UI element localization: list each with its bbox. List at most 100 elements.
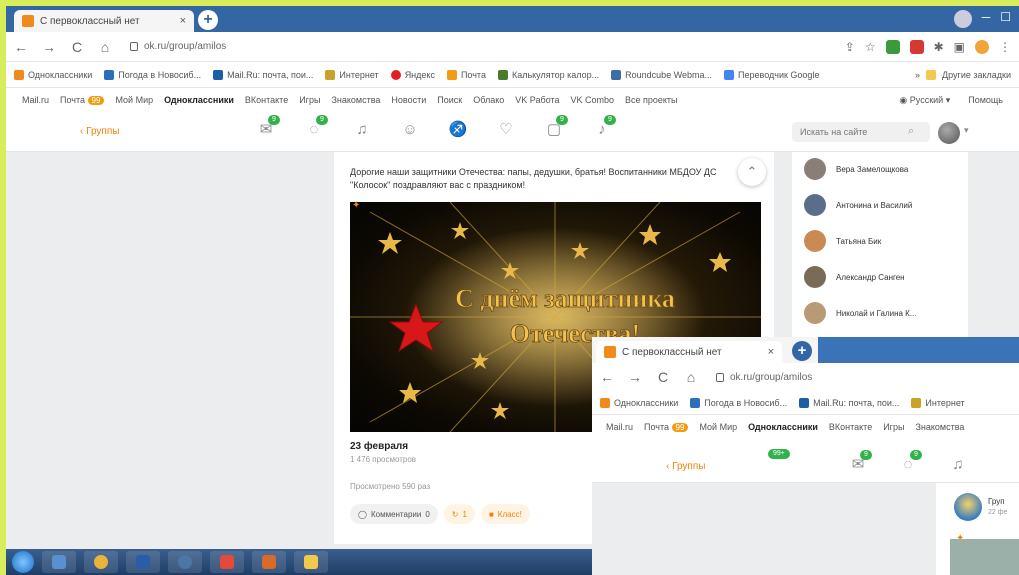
likes-icon[interactable]: ♡ [496,120,516,140]
back-to-groups-link[interactable]: ‹ Группы [80,126,119,137]
new-tab-button[interactable]: + [198,10,218,30]
bookmark-item[interactable]: Яндекс [390,69,435,80]
taskbar-browser[interactable] [210,551,244,573]
portal-link[interactable]: Новости [391,95,426,105]
forward-arrow-icon[interactable]: → [628,369,642,385]
overlay-group-card[interactable]: Груп 22 фе ✦ [936,483,1019,575]
bookmark-item[interactable]: Интернет [911,397,965,408]
portal-link[interactable]: Мой Мир [699,422,737,432]
home-icon[interactable]: ⌂ [98,39,112,55]
portal-link[interactable]: Знакомства [915,422,964,432]
language-select[interactable]: ◉ Русский ▾ [899,95,950,106]
portal-link[interactable]: ВКонтакте [245,95,288,105]
portal-link[interactable]: Облако [473,95,504,105]
share-icon[interactable]: ⇪ [845,40,855,54]
other-bookmarks[interactable]: » Другие закладки [915,69,1011,80]
taskbar-folder[interactable] [294,551,328,573]
portal-link[interactable]: VK Работа [515,95,559,105]
home-icon[interactable]: ⌂ [684,369,698,385]
friend-item[interactable]: Александр Санген [804,266,905,288]
share-count: 1 [462,509,467,519]
friend-item[interactable]: Вера Замелощкова [804,158,908,180]
star-icon[interactable]: ☆ [865,40,876,54]
portal-link[interactable]: Почта 99 [60,95,105,105]
overlay-address-bar[interactable]: ok.ru/group/amilos [716,372,812,383]
guests-icon[interactable]: ♐ [448,120,468,140]
friend-item[interactable]: Татьяна Бик [804,230,881,252]
taskbar-app[interactable] [126,551,160,573]
music-icon[interactable]: ♪ 9 [592,115,616,140]
share-button[interactable]: ↻ 1 [443,504,475,524]
profile-icon[interactable] [953,10,972,28]
back-arrow-icon[interactable]: ← [14,39,28,55]
portal-link[interactable]: ВКонтакте [829,422,872,432]
minimize-icon[interactable]: ─ [982,10,991,28]
browser-tab[interactable]: С первоклассный нет × [14,10,194,32]
reload-icon[interactable]: C [70,39,84,55]
notifications-icon[interactable]: ♫ [948,455,968,475]
avatar[interactable] [938,122,960,144]
friend-item[interactable]: Николай и Галина К... [804,302,917,324]
sidepanel-icon[interactable]: ▣ [954,40,965,54]
menu-dots-icon[interactable]: ⋮ [999,40,1011,54]
extension-icon[interactable] [885,39,900,54]
maximize-icon[interactable]: ☐ [1000,10,1011,28]
portal-link[interactable]: Все проекты [625,95,678,105]
portal-link-active[interactable]: Одноклассники [748,422,818,432]
help-link[interactable]: Помощь [968,95,1003,105]
back-to-groups-link[interactable]: ‹ Группы [666,461,705,472]
ok-favicon [22,15,34,27]
bookmark-item[interactable]: Mail.Ru: почта, пои... [799,397,899,408]
bookmark-item[interactable]: Одноклассники [14,69,92,80]
taskbar-vk[interactable] [168,551,202,573]
portal-link[interactable]: Почта 99 [644,422,689,432]
start-button[interactable] [12,551,34,573]
bookmark-item[interactable]: Погода в Новосиб... [104,69,201,80]
portal-link[interactable]: Знакомства [331,95,380,105]
portal-link[interactable]: Поиск [437,95,462,105]
search-icon[interactable]: ⌕ [908,125,914,138]
bookmark-item[interactable]: Roundcube Webma... [611,69,712,80]
close-tab-icon[interactable]: × [180,15,186,27]
comments-button[interactable]: ◯ Комментарии 0 [350,504,438,524]
bookmark-item[interactable]: Погода в Новосиб... [690,397,787,408]
gifts-icon[interactable]: ▢ 9 [544,115,568,140]
portal-link[interactable]: Игры [883,422,904,432]
new-tab-button[interactable]: + [792,341,812,361]
messages-icon[interactable]: ✉ 9 [848,450,872,475]
taskbar-explorer[interactable] [42,551,76,573]
friend-item[interactable]: Антонина и Василий [804,194,912,216]
reload-icon[interactable]: C [656,369,670,385]
extension-icon[interactable] [909,39,924,54]
bookmark-item[interactable]: Переводчик Google [724,69,819,80]
discussions-icon[interactable]: ◌ 9 [304,115,328,140]
overlay-browser-tab[interactable]: С первоклассный нет × [596,341,782,363]
notifications-icon[interactable]: ♫ [352,120,372,140]
class-button[interactable]: ■ Класс! [480,504,530,524]
bookmark-item[interactable]: Почта [446,69,486,80]
discussions-icon[interactable]: ◌ 9 [898,450,922,475]
close-tab-icon[interactable]: × [768,346,774,358]
taskbar-powerpoint[interactable] [252,551,286,573]
portal-link[interactable]: Mail.ru [22,95,49,105]
avatar-icon[interactable] [975,39,989,54]
back-arrow-icon[interactable]: ← [600,369,614,385]
bookmark-item[interactable]: Интернет [325,69,379,80]
puzzle-icon[interactable]: ✱ [934,40,944,54]
taskbar-chrome[interactable] [84,551,118,573]
portal-link[interactable]: Мой Мир [115,95,153,105]
bookmark-item[interactable]: Mail.Ru: почта, пои... [213,69,313,80]
messages-count: 9 [860,450,872,460]
bookmark-item[interactable]: Одноклассники [600,397,678,408]
chevron-down-icon[interactable]: ▾ [964,125,969,136]
portal-link[interactable]: Mail.ru [606,422,633,432]
portal-link[interactable]: Игры [299,95,320,105]
forward-arrow-icon[interactable]: → [42,39,56,55]
portal-link-active[interactable]: Одноклассники [164,95,234,105]
friends-icon[interactable]: ☺ [400,120,420,140]
messages-icon[interactable]: ✉ 9 [256,115,280,140]
bookmark-item[interactable]: Калькулятор калор... [497,69,599,80]
scroll-up-button[interactable]: ⌃ [738,158,766,186]
address-bar[interactable]: ok.ru/group/amilos [130,41,226,52]
portal-link[interactable]: VK Combo [570,95,614,105]
